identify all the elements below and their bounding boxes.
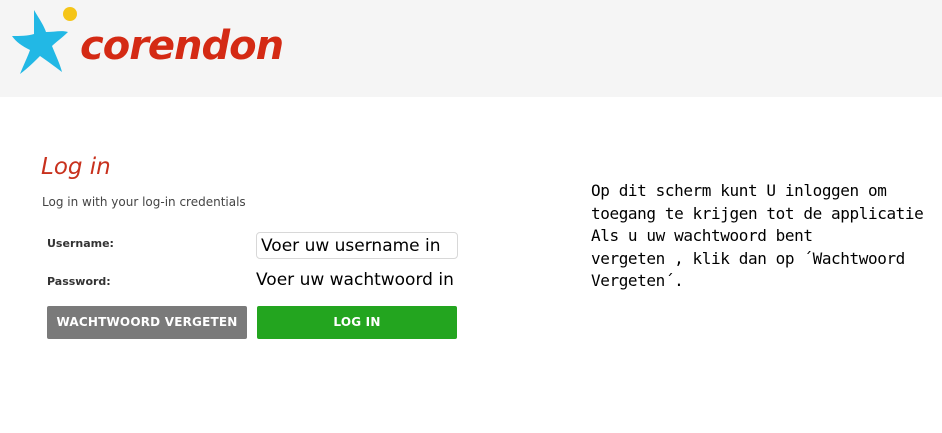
help-line: Als u uw wachtwoord bent: [591, 226, 813, 245]
login-subtitle: Log in with your log-in credentials: [42, 195, 246, 209]
help-line: Op dit scherm kunt U inloggen om: [591, 181, 887, 200]
forgot-password-button[interactable]: WACHTWOORD VERGETEN: [47, 306, 247, 339]
password-input[interactable]: Voer uw wachtwoord in: [256, 267, 466, 294]
star-icon: [12, 7, 77, 74]
username-label: Username:: [47, 237, 114, 250]
help-line: Vergeten´.: [591, 271, 684, 290]
password-label: Password:: [47, 275, 111, 288]
login-button[interactable]: LOG IN: [257, 306, 457, 339]
help-text: Op dit scherm kunt U inloggen om toegang…: [591, 180, 936, 293]
help-line: vergeten , klik dan op ´Wachtwoord: [591, 248, 905, 268]
help-line: toegang te krijgen tot de applicatie: [591, 203, 924, 223]
login-title: Log in: [41, 154, 111, 180]
header: corendon: [0, 0, 942, 97]
logo-wordmark: corendon: [80, 23, 284, 69]
logo-dot: [63, 7, 77, 21]
corendon-logo[interactable]: corendon: [10, 6, 284, 80]
username-input[interactable]: Voer uw username in: [256, 232, 458, 259]
